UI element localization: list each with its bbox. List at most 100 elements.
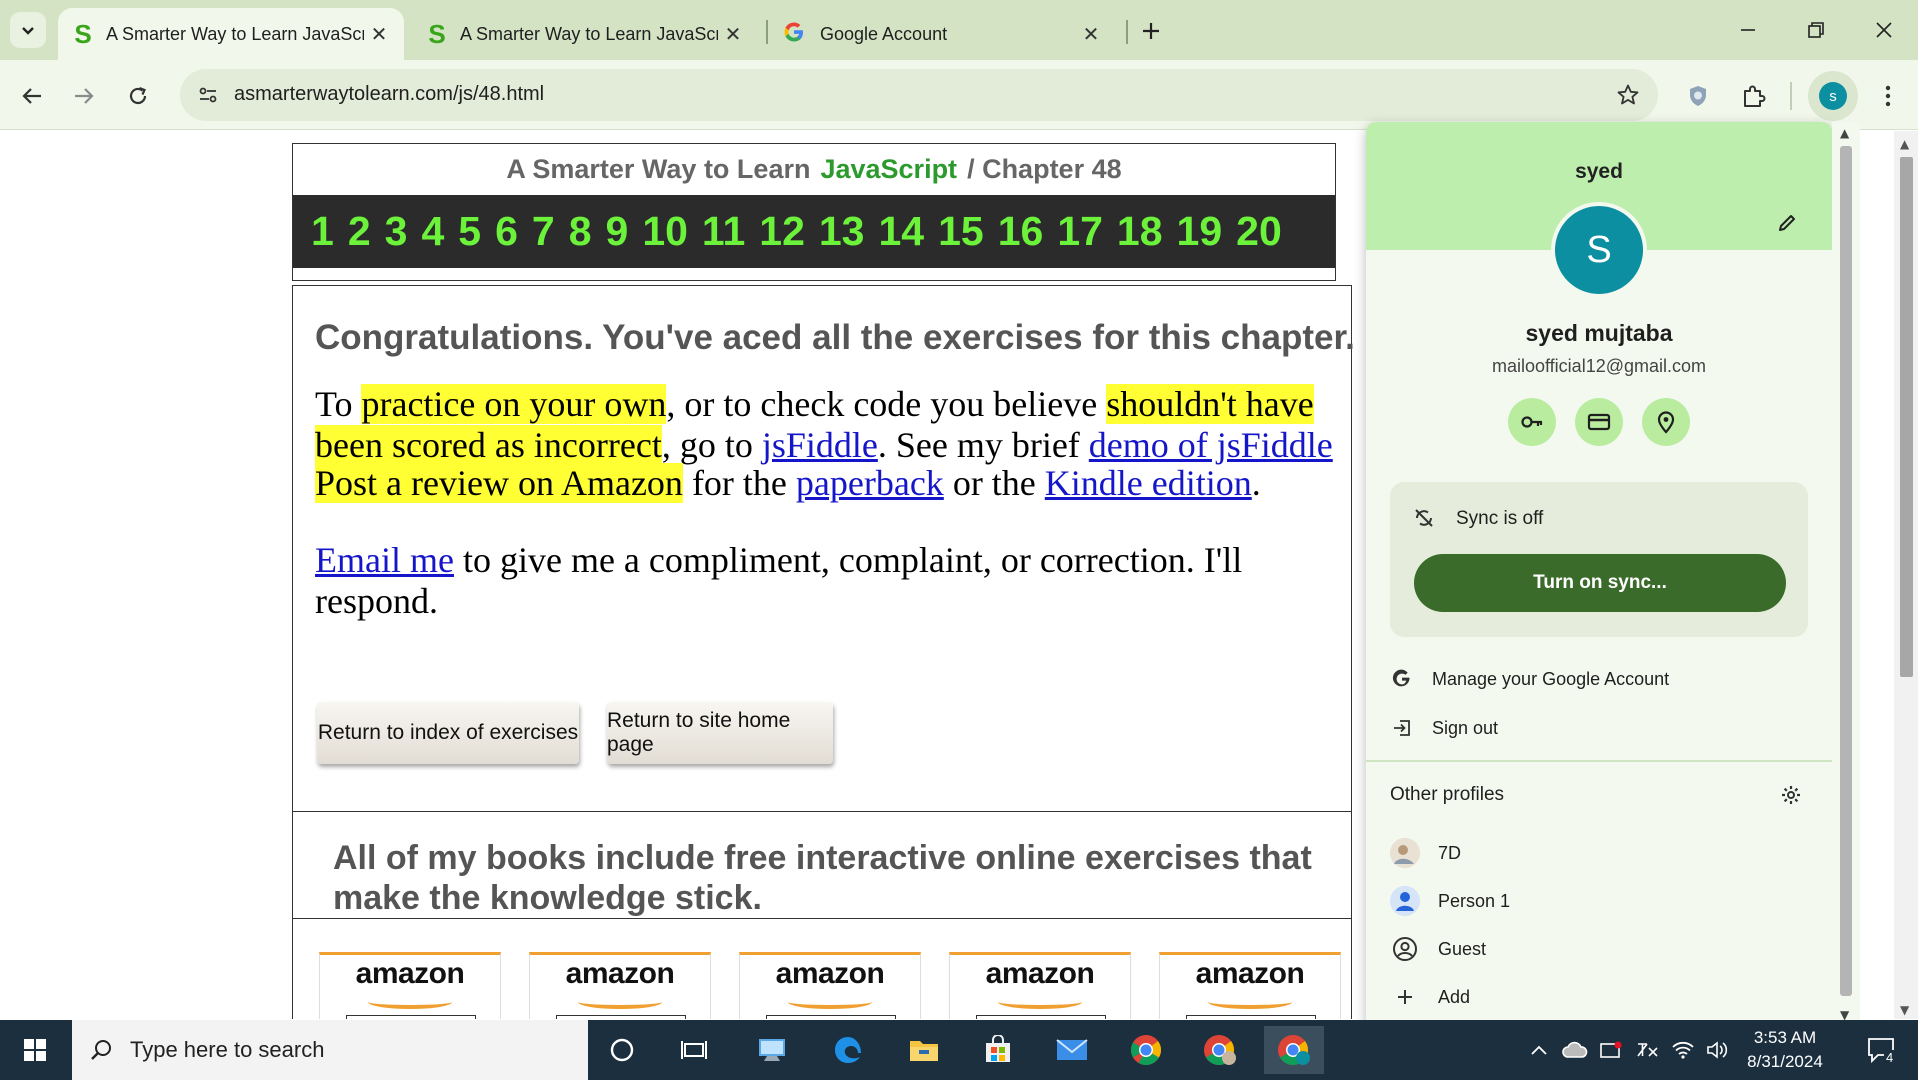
meet-now-icon[interactable] bbox=[1594, 1020, 1628, 1080]
scroll-up-arrow-icon[interactable]: ▲ bbox=[1900, 137, 1909, 151]
edit-pencil-icon[interactable] bbox=[1772, 208, 1802, 238]
return-to-index-button[interactable]: Return to index of exercises bbox=[317, 702, 579, 764]
microsoft-store-icon[interactable] bbox=[968, 1026, 1028, 1074]
chapter-link[interactable]: 17 bbox=[1057, 208, 1103, 255]
close-tab-icon[interactable]: ✕ bbox=[1076, 19, 1106, 49]
chapter-link[interactable]: 4 bbox=[421, 208, 444, 255]
scroll-down-arrow-icon[interactable]: ▼ bbox=[1900, 1003, 1909, 1017]
paperback-link[interactable]: paperback bbox=[796, 463, 944, 503]
cortana-icon[interactable] bbox=[592, 1026, 652, 1074]
site-info-icon[interactable] bbox=[194, 81, 222, 109]
guest-account-icon bbox=[1390, 934, 1420, 964]
chapter-link[interactable]: 14 bbox=[878, 208, 924, 255]
chapter-link[interactable]: 6 bbox=[495, 208, 518, 255]
shield-extension-icon[interactable] bbox=[1678, 76, 1718, 116]
url-text: asmarterwaytolearn.com/js/48.html bbox=[234, 83, 545, 105]
scroll-up-arrow-icon[interactable]: ▲ bbox=[1840, 126, 1849, 140]
turn-on-sync-button[interactable]: Turn on sync... bbox=[1414, 554, 1786, 612]
text: To bbox=[315, 384, 362, 424]
chapter-link[interactable]: 7 bbox=[532, 208, 555, 255]
manage-profiles-gear-icon[interactable] bbox=[1778, 782, 1804, 808]
profile-item-7d[interactable]: 7D bbox=[1366, 830, 1832, 876]
system-clock[interactable]: 3:53 AM 8/31/2024 bbox=[1730, 1026, 1840, 1074]
addresses-button[interactable] bbox=[1642, 398, 1690, 446]
scrollbar-thumb[interactable] bbox=[1900, 157, 1913, 677]
tab-active[interactable]: S A Smarter Way to Learn JavaScr ✕ bbox=[58, 8, 404, 60]
jsfiddle-link[interactable]: jsFiddle bbox=[762, 425, 878, 465]
restore-button[interactable] bbox=[1786, 10, 1846, 50]
profile-button[interactable]: S bbox=[1808, 71, 1858, 121]
address-bar[interactable]: asmarterwaytolearn.com/js/48.html bbox=[180, 69, 1658, 121]
chapter-link[interactable]: 18 bbox=[1117, 208, 1163, 255]
jsfiddle-demo-link[interactable]: demo of jsFiddle bbox=[1089, 425, 1333, 465]
chapter-link[interactable]: 5 bbox=[458, 208, 481, 255]
passwords-button[interactable] bbox=[1508, 398, 1556, 446]
chapter-link[interactable]: 16 bbox=[998, 208, 1044, 255]
extensions-puzzle-icon[interactable] bbox=[1734, 76, 1774, 116]
notification-center-button[interactable]: 4 bbox=[1856, 1020, 1906, 1080]
chapter-link[interactable]: 9 bbox=[606, 208, 629, 255]
tray-overflow-chevron-icon[interactable] bbox=[1522, 1020, 1556, 1080]
back-button[interactable] bbox=[12, 76, 52, 116]
chapter-link[interactable]: 2 bbox=[348, 208, 371, 255]
return-to-home-button[interactable]: Return to site home page bbox=[607, 702, 833, 764]
chrome-menu-button[interactable] bbox=[1868, 76, 1908, 116]
page-scrollbar[interactable]: ▲ ▼ bbox=[1894, 131, 1918, 1019]
profile-item-guest[interactable]: Guest bbox=[1366, 926, 1832, 972]
tab-google-account[interactable]: Google Account ✕ bbox=[770, 8, 1116, 60]
close-window-button[interactable] bbox=[1854, 10, 1914, 50]
profile-menu-scrollbar[interactable]: ▲ ▼ bbox=[1832, 122, 1860, 1024]
chapter-link[interactable]: 1 bbox=[311, 208, 334, 255]
tab-second[interactable]: S A Smarter Way to Learn JavaScr ✕ bbox=[412, 8, 758, 60]
edge-browser-icon[interactable] bbox=[818, 1026, 878, 1074]
email-me-link[interactable]: Email me bbox=[315, 540, 454, 580]
mail-icon[interactable] bbox=[1042, 1026, 1102, 1074]
file-explorer-icon[interactable] bbox=[894, 1026, 954, 1074]
taskbar-search-box[interactable]: Type here to search bbox=[72, 1020, 588, 1080]
amazon-logo: amazon bbox=[1195, 957, 1305, 990]
amazon-book-link[interactable]: amazon bbox=[1159, 952, 1341, 1019]
chapter-link[interactable]: 19 bbox=[1177, 208, 1223, 255]
forward-button[interactable] bbox=[64, 76, 104, 116]
chrome-profile-icon[interactable] bbox=[1190, 1026, 1250, 1074]
close-tab-icon[interactable]: ✕ bbox=[364, 19, 394, 49]
language-input-icon[interactable] bbox=[1630, 1020, 1664, 1080]
start-button[interactable] bbox=[0, 1020, 70, 1080]
new-tab-button[interactable] bbox=[1134, 14, 1168, 48]
bookmark-star-icon[interactable] bbox=[1614, 81, 1642, 109]
profile-item-person-1[interactable]: Person 1 bbox=[1366, 878, 1832, 924]
this-pc-icon[interactable] bbox=[742, 1026, 802, 1074]
tab-separator bbox=[766, 20, 768, 44]
wifi-icon[interactable] bbox=[1666, 1020, 1700, 1080]
profile-photo-avatar bbox=[1390, 838, 1420, 868]
manage-account-label: Manage your Google Account bbox=[1432, 668, 1670, 689]
chapter-link[interactable]: 20 bbox=[1236, 208, 1282, 255]
amazon-book-link[interactable]: amazon bbox=[529, 952, 711, 1019]
close-tab-icon[interactable]: ✕ bbox=[718, 19, 748, 49]
chapter-link[interactable]: 13 bbox=[819, 208, 865, 255]
chapter-link[interactable]: 10 bbox=[642, 208, 688, 255]
chrome-icon[interactable] bbox=[1116, 1026, 1176, 1074]
chapter-link[interactable]: 15 bbox=[938, 208, 984, 255]
minimize-button[interactable] bbox=[1718, 10, 1778, 50]
task-view-icon[interactable] bbox=[664, 1026, 724, 1074]
onedrive-cloud-icon[interactable] bbox=[1558, 1020, 1592, 1080]
chrome-active-profile-icon[interactable] bbox=[1264, 1026, 1324, 1074]
amazon-book-link[interactable]: amazon bbox=[949, 952, 1131, 1019]
add-profile-item[interactable]: Add bbox=[1366, 974, 1832, 1020]
payment-methods-button[interactable] bbox=[1575, 398, 1623, 446]
sign-out-item[interactable]: Sign out bbox=[1366, 705, 1832, 751]
chapter-link[interactable]: 12 bbox=[759, 208, 805, 255]
tab-search-button[interactable] bbox=[10, 12, 46, 48]
amazon-book-link[interactable]: amazon bbox=[739, 952, 921, 1019]
manage-google-account-item[interactable]: Manage your Google Account bbox=[1366, 656, 1832, 702]
amazon-book-link[interactable]: amazon bbox=[319, 952, 501, 1019]
reload-button[interactable] bbox=[118, 76, 158, 116]
chapter-link[interactable]: 11 bbox=[702, 208, 745, 255]
kindle-edition-link[interactable]: Kindle edition bbox=[1045, 463, 1252, 503]
books-heading: All of my books include free interactive… bbox=[333, 839, 1312, 917]
volume-icon[interactable] bbox=[1702, 1020, 1732, 1080]
scrollbar-thumb[interactable] bbox=[1840, 146, 1852, 996]
chapter-link[interactable]: 3 bbox=[385, 208, 408, 255]
chapter-link[interactable]: 8 bbox=[569, 208, 592, 255]
